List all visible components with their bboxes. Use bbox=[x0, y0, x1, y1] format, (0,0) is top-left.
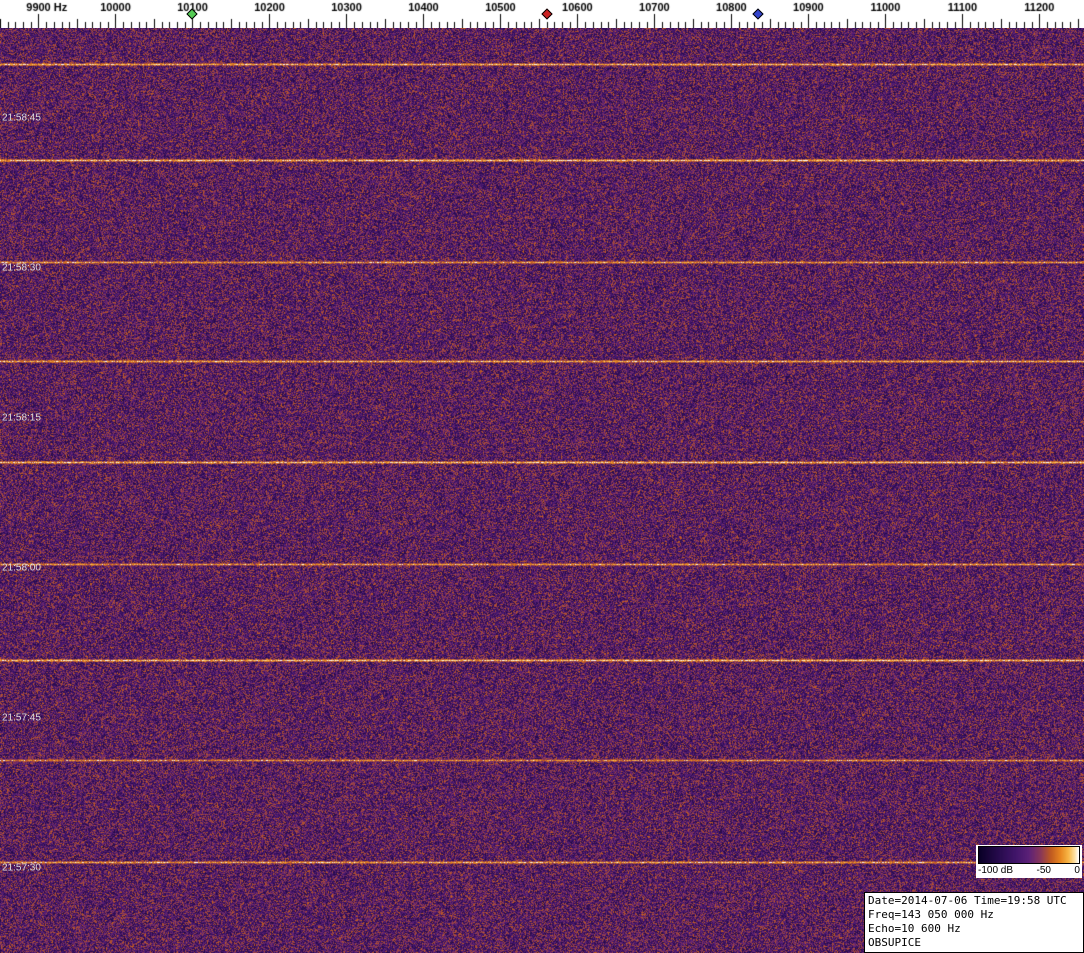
info-echo-line: Echo=10 600 Hz bbox=[868, 922, 961, 935]
legend-min-label: -100 dB bbox=[978, 865, 1014, 876]
waterfall-display[interactable] bbox=[0, 28, 1084, 953]
time-label: 21:58:45 bbox=[2, 112, 41, 124]
intensity-scale-labels: -100 dB -50 0 bbox=[978, 864, 1080, 877]
info-freq-line: Freq=143 050 000 Hz bbox=[868, 908, 994, 921]
time-label: 21:58:30 bbox=[2, 262, 41, 274]
intensity-scale: -100 dB -50 0 bbox=[976, 845, 1082, 878]
intensity-gradient bbox=[978, 846, 1080, 864]
time-label: 21:58:15 bbox=[2, 412, 41, 424]
time-label: 21:57:30 bbox=[2, 862, 41, 874]
time-label: 21:58:00 bbox=[2, 562, 41, 574]
legend-mid-label: -50 bbox=[1036, 865, 1051, 876]
info-station-line: OBSUPICE bbox=[868, 936, 921, 949]
spectrogram-window: 21:58:45 21:58:30 21:58:15 21:58:00 21:57:45… bbox=[0, 0, 1084, 953]
info-date-line: Date=2014-07-06 Time=19:58 UTC bbox=[868, 894, 1067, 907]
legend-max-label: 0 bbox=[1074, 865, 1080, 876]
time-label: 21:57:45 bbox=[2, 712, 41, 724]
frequency-ruler[interactable] bbox=[0, 0, 1084, 28]
status-info-box: Date=2014-07-06 Time=19:58 UTC Freq=143 … bbox=[864, 892, 1084, 953]
waterfall-area: 21:58:45 21:58:30 21:58:15 21:58:00 21:57:45… bbox=[0, 28, 1084, 953]
